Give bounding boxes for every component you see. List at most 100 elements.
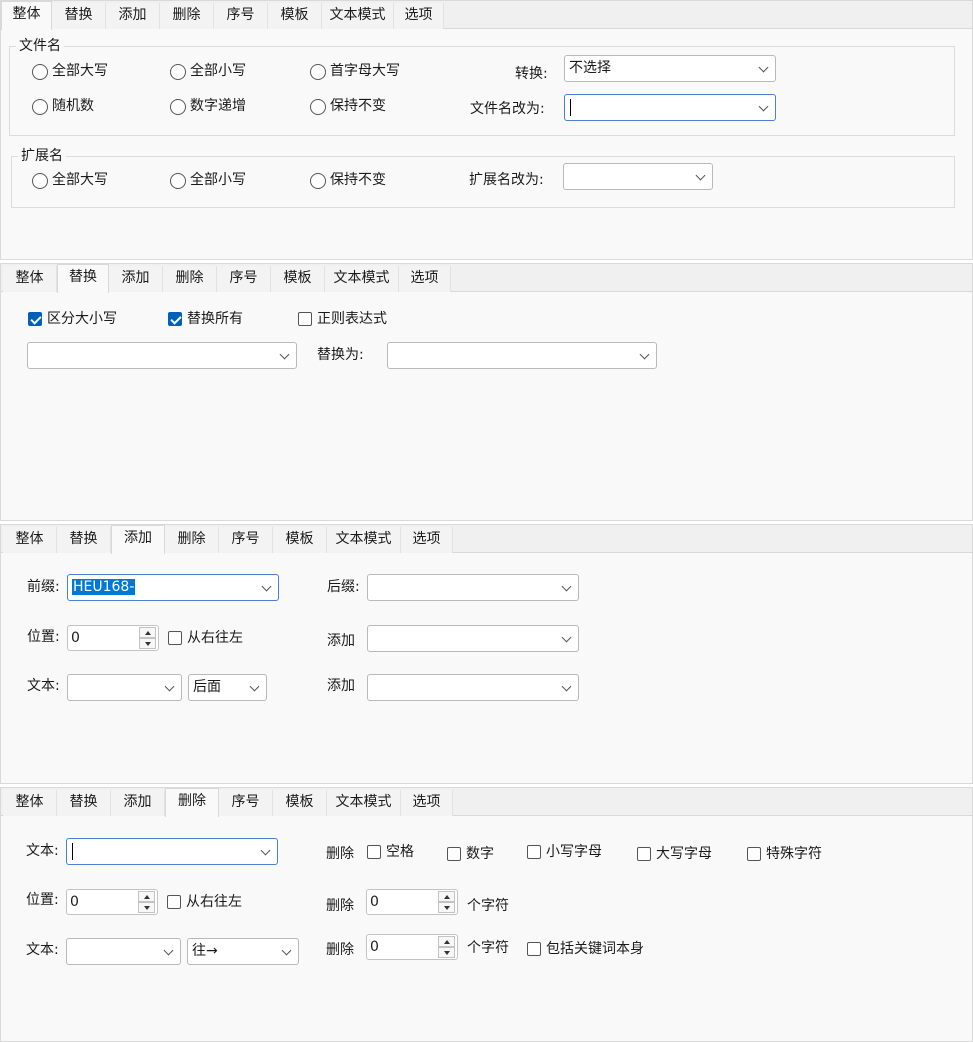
text-caret (570, 98, 571, 116)
filename-random-radio[interactable]: 随机数 (32, 96, 94, 116)
tab-text-mode[interactable]: 文本模式 (322, 3, 394, 29)
prefix-combo[interactable]: HEU168- (67, 574, 279, 601)
spin-down-icon[interactable] (139, 638, 156, 649)
tab-delete[interactable]: 删除 (163, 266, 217, 292)
delete-label-3: 删除 (326, 942, 354, 958)
add-combo-2[interactable] (367, 674, 579, 701)
spin-down-icon[interactable] (138, 902, 155, 913)
tab-text-mode[interactable]: 文本模式 (327, 790, 401, 816)
regex-checkbox[interactable]: 正则表达式 (298, 309, 387, 329)
tab-template[interactable]: 模板 (273, 527, 327, 553)
chars-unit-2: 个字符 (467, 940, 509, 956)
spin-down-icon[interactable] (438, 902, 455, 913)
tab-options[interactable]: 选项 (401, 790, 453, 816)
delete-position-value: 0 (70, 894, 79, 910)
delete-position-stepper[interactable]: 0 (66, 889, 158, 915)
tab-serial[interactable]: 序号 (219, 790, 273, 816)
tab-add[interactable]: 添加 (111, 790, 165, 816)
tab-add[interactable]: 添加 (109, 266, 163, 292)
tab-serial[interactable]: 序号 (219, 527, 273, 553)
checkbox-icon (527, 845, 541, 859)
tab-template[interactable]: 模板 (268, 3, 322, 29)
tab-template[interactable]: 模板 (271, 266, 325, 292)
case-sensitive-checkbox[interactable]: 区分大小写 (28, 309, 117, 329)
tab-overall[interactable]: 整体 (3, 527, 57, 553)
tab-overall[interactable]: 整体 (3, 266, 57, 292)
spin-up-icon[interactable] (138, 891, 155, 902)
checkbox-icon (447, 847, 461, 861)
ext-lowercase-radio[interactable]: 全部小写 (170, 170, 246, 190)
text-combo[interactable] (67, 674, 182, 701)
direction-select[interactable]: 后面 (188, 674, 267, 701)
tab-serial[interactable]: 序号 (217, 266, 271, 292)
delete-text-combo-2[interactable] (66, 938, 181, 965)
tab-text-mode[interactable]: 文本模式 (325, 266, 399, 292)
tab-options[interactable]: 选项 (399, 266, 451, 292)
convert-select[interactable]: 不选择 (564, 55, 776, 82)
delete-text-combo[interactable] (66, 838, 278, 865)
position-value: 0 (71, 630, 80, 646)
checkbox-icon (527, 942, 541, 956)
tab-replace[interactable]: 替换 (57, 790, 111, 816)
ext-uppercase-radio[interactable]: 全部大写 (32, 170, 108, 190)
digits-checkbox[interactable]: 数字 (447, 844, 494, 864)
include-keyword-checkbox[interactable]: 包括关键词本身 (527, 939, 644, 959)
delete-text-label: 文本: (26, 843, 59, 859)
spin-up-icon[interactable] (438, 936, 455, 947)
tab-overall[interactable]: 整体 (1, 1, 52, 30)
delete-right-to-left-checkbox[interactable]: 从右往左 (167, 892, 242, 912)
suffix-combo[interactable] (367, 574, 579, 601)
tab-options[interactable]: 选项 (401, 527, 453, 553)
tab-delete[interactable]: 删除 (165, 527, 219, 553)
tab-text-mode[interactable]: 文本模式 (327, 527, 401, 553)
check-icon (28, 312, 42, 326)
filename-increment-radio[interactable]: 数字递增 (170, 96, 246, 116)
convert-label: 转换: (515, 66, 548, 82)
tab-options[interactable]: 选项 (394, 3, 444, 29)
digits-label: 数字 (466, 846, 494, 862)
delete-count-stepper-2[interactable]: 0 (366, 934, 458, 960)
chevron-down-icon (561, 681, 572, 692)
checkbox-icon (298, 312, 312, 326)
chevron-down-icon (561, 581, 572, 592)
position-stepper[interactable]: 0 (67, 625, 159, 651)
ext-keep-radio[interactable]: 保持不变 (310, 170, 386, 190)
special-chars-checkbox[interactable]: 特殊字符 (747, 844, 822, 864)
tab-serial[interactable]: 序号 (214, 3, 268, 29)
filename-uppercase-radio[interactable]: 全部大写 (32, 61, 108, 81)
tab-template[interactable]: 模板 (273, 790, 327, 816)
tab-replace[interactable]: 替换 (52, 3, 106, 29)
tab-replace[interactable]: 替换 (57, 527, 111, 553)
tab-add[interactable]: 添加 (106, 3, 160, 29)
space-checkbox[interactable]: 空格 (367, 842, 414, 862)
tab-add[interactable]: 添加 (111, 525, 165, 554)
include-keyword-label: 包括关键词本身 (546, 941, 644, 957)
lowercase-checkbox[interactable]: 小写字母 (527, 842, 602, 862)
tab-overall[interactable]: 整体 (3, 790, 57, 816)
delete-direction-select[interactable]: 往→ (187, 938, 299, 965)
tab-delete[interactable]: 删除 (165, 788, 219, 817)
ext-rename-combo[interactable] (563, 163, 713, 190)
delete-text-label-2: 文本: (26, 942, 59, 958)
delete-count-value-1: 0 (370, 894, 379, 910)
right-to-left-checkbox[interactable]: 从右往左 (168, 628, 243, 648)
tab-delete[interactable]: 删除 (160, 3, 214, 29)
checkbox-icon (367, 845, 381, 859)
spin-up-icon[interactable] (139, 627, 156, 638)
filename-keep-radio[interactable]: 保持不变 (310, 96, 386, 116)
space-label: 空格 (386, 844, 414, 860)
tab-replace[interactable]: 替换 (57, 264, 109, 293)
rename-combo[interactable] (564, 94, 776, 121)
filename-capitalize-radio[interactable]: 首字母大写 (310, 61, 400, 81)
delete-count-value-2: 0 (370, 939, 379, 955)
replace-combo[interactable] (387, 342, 657, 369)
replace-all-checkbox[interactable]: 替换所有 (168, 309, 243, 329)
find-combo[interactable] (27, 342, 297, 369)
spin-down-icon[interactable] (438, 947, 455, 958)
delete-count-stepper-1[interactable]: 0 (366, 889, 458, 915)
delete-direction-value: 往→ (192, 943, 218, 959)
uppercase-checkbox[interactable]: 大写字母 (637, 844, 712, 864)
filename-lowercase-radio[interactable]: 全部小写 (170, 61, 246, 81)
spin-up-icon[interactable] (438, 891, 455, 902)
add-combo-1[interactable] (367, 625, 579, 652)
